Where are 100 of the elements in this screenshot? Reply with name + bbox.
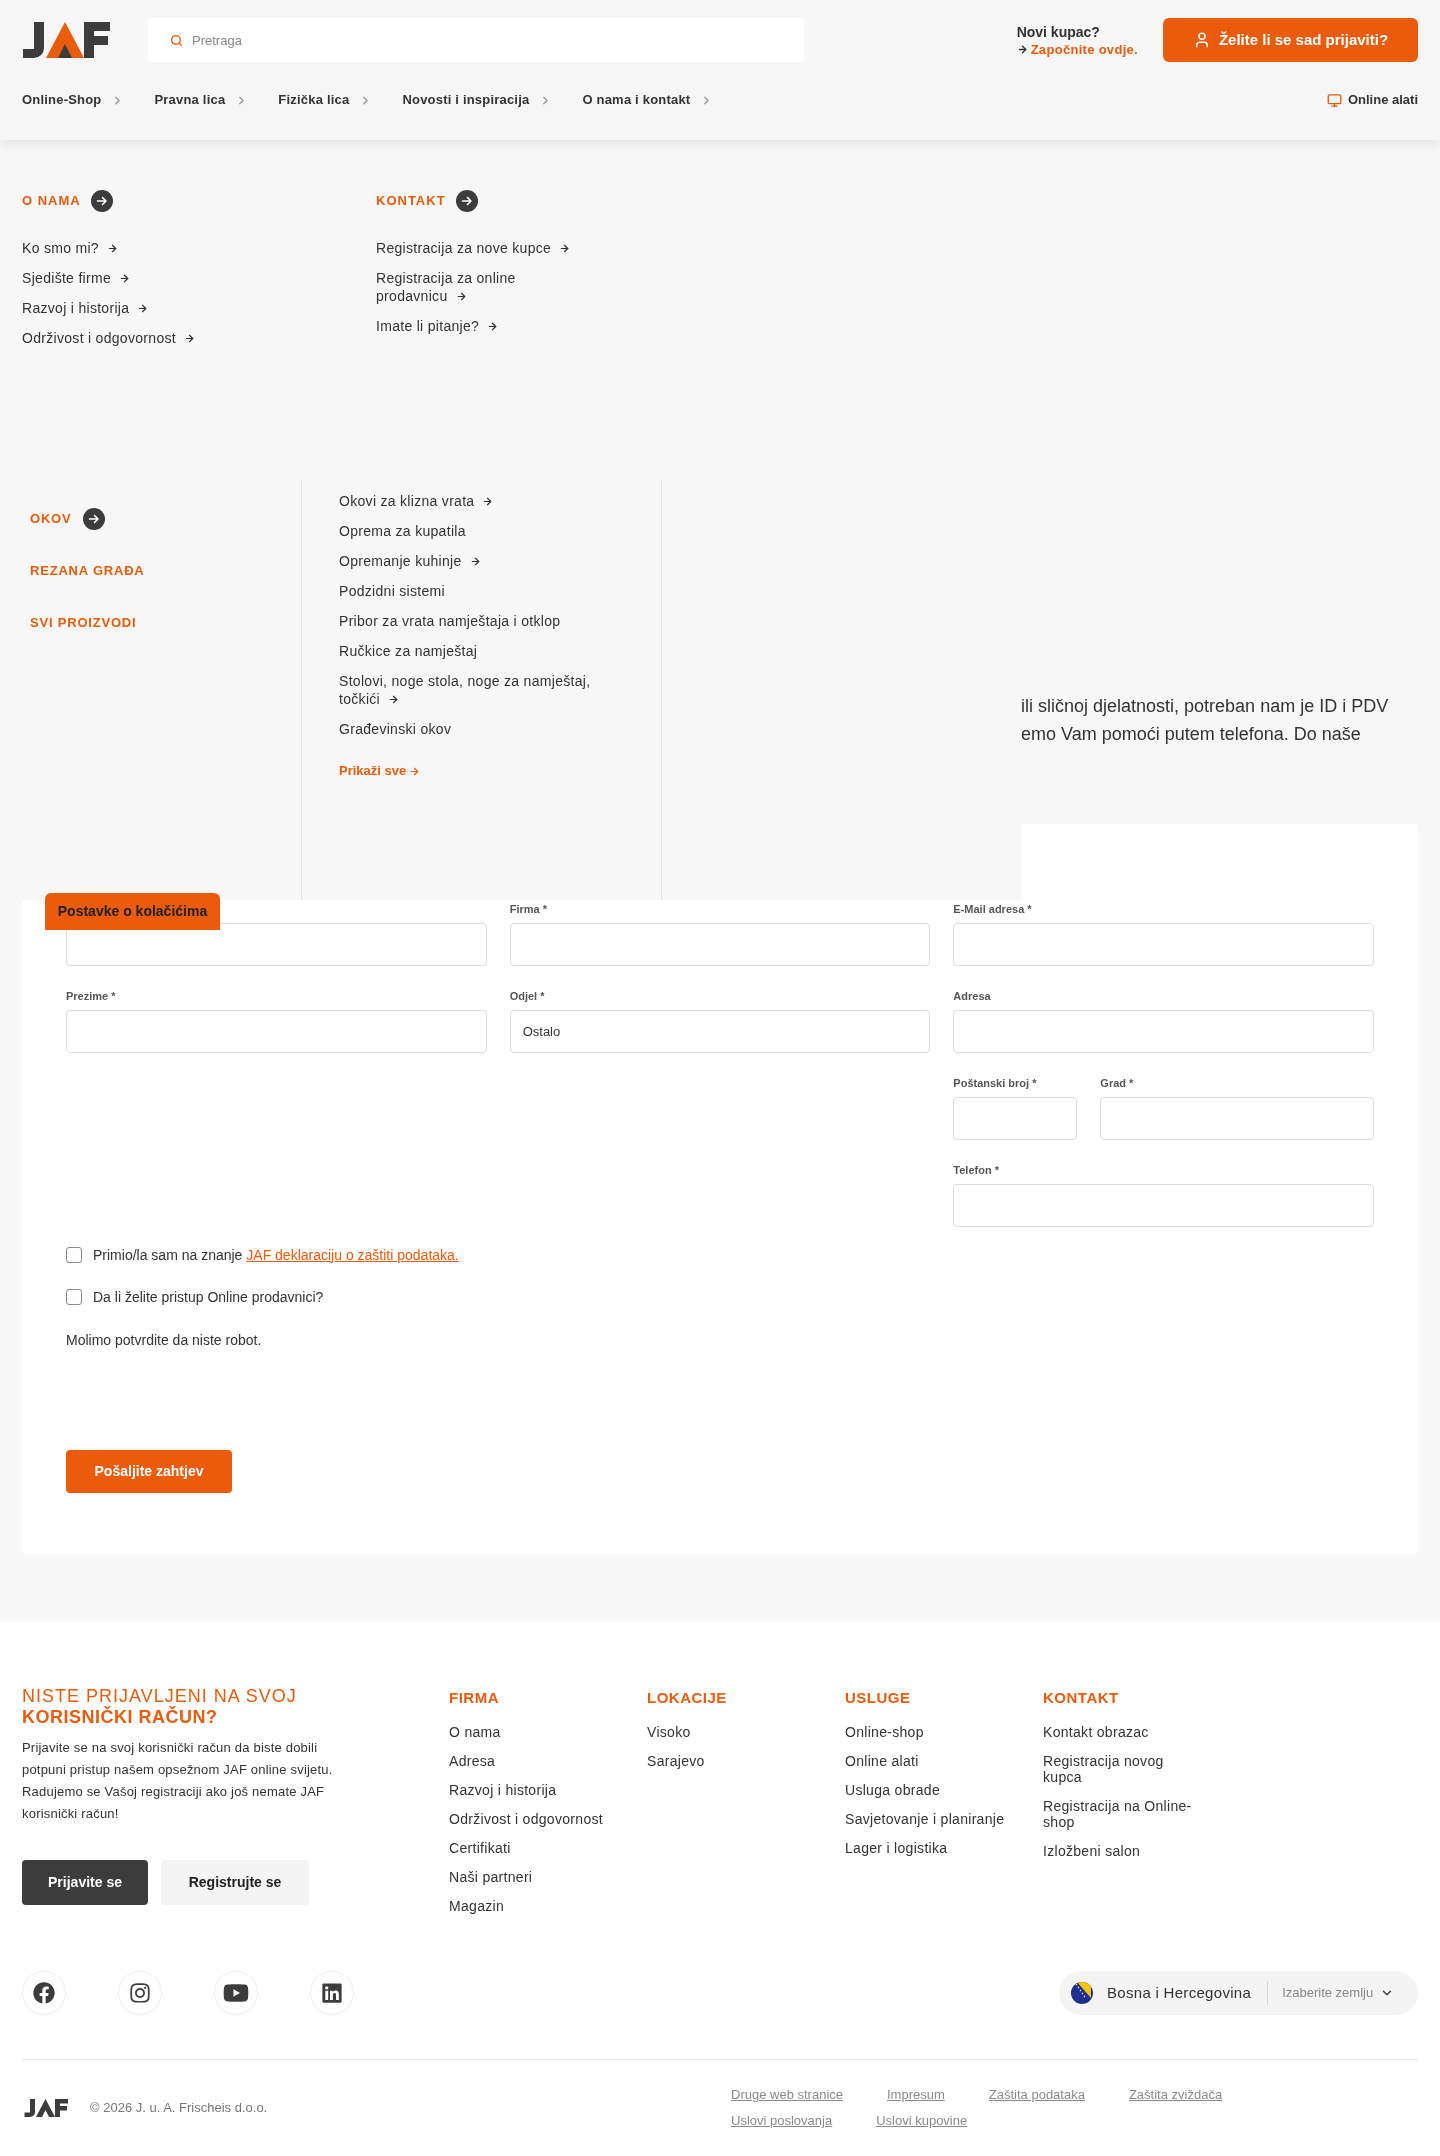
footer-link[interactable]: Kontakt obrazac <box>1043 1724 1149 1740</box>
arrow-circle-icon <box>83 508 106 530</box>
search-field[interactable]: Pretraga <box>148 18 804 62</box>
privacy-link[interactable]: JAF deklaraciju o zaštiti podataka. <box>246 1246 459 1263</box>
arrow-right-icon <box>559 243 571 254</box>
field-label: Prezime * <box>66 989 117 1004</box>
footer-link[interactable]: Registracija na Online-shop <box>1043 1798 1193 1830</box>
text-field[interactable] <box>953 1097 1078 1140</box>
footer-heading: LOKACIJE <box>647 1688 727 1708</box>
arrow-right-icon <box>119 273 130 284</box>
flag-icon <box>1071 1982 1093 2004</box>
legal-link[interactable]: Uslovi kupovine <box>876 2113 968 2129</box>
checkbox[interactable] <box>66 1247 82 1263</box>
footer-link[interactable]: Magazin <box>449 1898 505 1914</box>
arrow-right-icon <box>469 556 481 567</box>
online-tools-link[interactable]: Online alati <box>1326 90 1418 110</box>
menu-link[interactable]: Sjedište firme <box>22 269 130 287</box>
checkbox[interactable] <box>66 1289 82 1305</box>
footer-link[interactable]: Izložbeni salon <box>1043 1843 1141 1859</box>
menu-link[interactable]: Građevinski okov <box>339 720 452 738</box>
checkbox-label: Da li želite pristup Online prodavnici? <box>93 1287 324 1307</box>
footer-link[interactable]: Lager i logistika <box>845 1840 948 1856</box>
field-label: Telefon * <box>953 1163 1000 1178</box>
cookie-settings-tab[interactable]: Postavke o kolačićima <box>45 893 220 930</box>
arrow-right-icon <box>487 321 499 332</box>
arrow-right-icon <box>137 303 149 314</box>
country-name: Bosna i Hercegovina <box>1107 1982 1252 2003</box>
country-selector[interactable]: Bosna i Hercegovina Izaberite zemlju <box>1059 1971 1418 2015</box>
legal-link[interactable]: Impresum <box>887 2087 945 2103</box>
text-field[interactable] <box>509 923 931 966</box>
login-button[interactable]: Želite li se sad prijaviti? <box>1163 18 1418 62</box>
footer-link[interactable]: Registracija novog kupca <box>1043 1753 1193 1785</box>
footer-link[interactable]: Online alati <box>845 1753 919 1769</box>
menu-link[interactable]: Podzidni sistemi <box>339 582 445 600</box>
menu-link[interactable]: Stolovi, noge stola, noge za namještaj, točkići <box>339 672 631 708</box>
arrow-right-icon <box>409 765 421 777</box>
text-field[interactable] <box>953 923 1374 966</box>
footer-link[interactable]: Razvoj i historija <box>449 1782 557 1798</box>
submit-button[interactable]: Pošaljite zahtjev <box>66 1450 232 1493</box>
legal-link[interactable]: Zaštita zviždača <box>1128 2087 1223 2103</box>
new-customer-label: Novi kupac? <box>1016 22 1101 41</box>
legal-link[interactable]: Uslovi poslovanja <box>731 2113 833 2129</box>
menu-link[interactable]: Opremanje kuhinje <box>339 552 481 570</box>
field-label: Poštanski broj * <box>953 1076 1038 1091</box>
arrow-circle-icon <box>90 190 113 212</box>
field-label: Grad * <box>1100 1076 1135 1091</box>
arrow-right-icon <box>106 243 118 254</box>
country-select-label: Izaberite zemlju <box>1282 1984 1374 2003</box>
text-field[interactable] <box>66 1010 487 1053</box>
linkedin-icon <box>321 1982 343 2004</box>
text-field[interactable] <box>1100 1097 1374 1140</box>
footer-link[interactable]: Usluga obrade <box>845 1782 940 1798</box>
footer-link[interactable]: Naši partneri <box>449 1869 533 1885</box>
monitor-icon <box>1326 92 1342 108</box>
menu-link[interactable]: Pribor za vrata namještaja i otklop <box>339 612 561 630</box>
field-label: Odjel * <box>509 989 546 1004</box>
arrow-right-icon <box>1016 43 1028 55</box>
menu-link[interactable]: Registracija za online prodavnicu <box>376 269 576 305</box>
instagram-icon <box>129 1982 151 2004</box>
footer-link[interactable]: Savjetovanje i planiranje <box>845 1811 1005 1827</box>
menu-link[interactable]: Ručkice za namještaj <box>339 642 478 660</box>
login-button[interactable]: Prijavite se <box>22 1860 148 1905</box>
footer-link[interactable]: Online-shop <box>845 1724 924 1740</box>
login-prompt-text: Prijavite se na svoj korisnički račun da biste dobili potpuni pristup našem opsežnom JAF online svijetu. Radujemo se Vašoj registraciji ako još nemate JAF korisnički račun! <box>22 1739 334 1823</box>
menu-link[interactable]: Oprema za kupatila <box>339 522 466 540</box>
nav-item[interactable]: Online-Shop <box>22 90 125 110</box>
legal-link[interactable]: Druge web stranice <box>731 2087 843 2103</box>
menu-link[interactable]: Okovi za klizna vrata <box>339 492 494 510</box>
field-label: Adresa <box>953 989 992 1004</box>
menu-link[interactable]: Ko smo mi? <box>22 239 118 257</box>
text-field[interactable] <box>953 1010 1374 1053</box>
footer-link[interactable]: Visoko <box>647 1724 691 1740</box>
arrow-right-icon <box>183 333 195 344</box>
nav-item[interactable]: Novosti i inspiracija <box>402 90 553 110</box>
logo[interactable] <box>22 20 110 60</box>
nav-item[interactable]: Fizička lica <box>278 90 373 110</box>
footer-link[interactable]: Sarajevo <box>647 1753 705 1769</box>
footer-heading: KONTAKT <box>1043 1688 1119 1708</box>
intro-text: emo Vam pomoći putem telefona. Do naše <box>1021 723 1361 746</box>
nav-item[interactable]: O nama i kontakt <box>582 90 714 110</box>
legal-link[interactable]: Zaštita podataka <box>988 2087 1085 2103</box>
text-field[interactable]: Ostalo <box>509 1010 931 1053</box>
nav-item[interactable]: Pravna lica <box>154 90 249 110</box>
footer-link[interactable]: Održivost i odgovornost <box>449 1811 603 1827</box>
arrow-circle-icon <box>455 190 478 212</box>
text-field[interactable] <box>66 923 487 966</box>
menu-link[interactable]: Održivost i odgovornost <box>22 329 195 347</box>
login-prompt-title: NISTE PRIJAVLJENI NA SVOJ KORISNIČKI RAČUN? <box>22 1686 297 1728</box>
menu-link[interactable]: Registracija za nove kupce <box>376 239 571 257</box>
menu-link[interactable]: Razvoj i historija <box>22 299 149 317</box>
copyright-text: © 2026 J. u. A. Frischeis d.o.o. <box>90 2099 268 2118</box>
checkbox-label: Primio/la sam na znanje JAF deklaraciju o zaštiti podataka. <box>93 1245 459 1265</box>
footer-link[interactable]: Adresa <box>449 1753 496 1769</box>
footer-link[interactable]: O nama <box>449 1724 501 1740</box>
logo[interactable] <box>22 2098 70 2118</box>
intro-text: ili sličnoj djelatnosti, potreban nam je ID i PDV <box>1021 695 1389 718</box>
register-button[interactable]: Registrujte se <box>161 1860 309 1905</box>
text-field[interactable] <box>953 1184 1374 1227</box>
menu-link[interactable]: Imate li pitanje? <box>376 317 499 335</box>
footer-link[interactable]: Certifikati <box>449 1840 511 1856</box>
